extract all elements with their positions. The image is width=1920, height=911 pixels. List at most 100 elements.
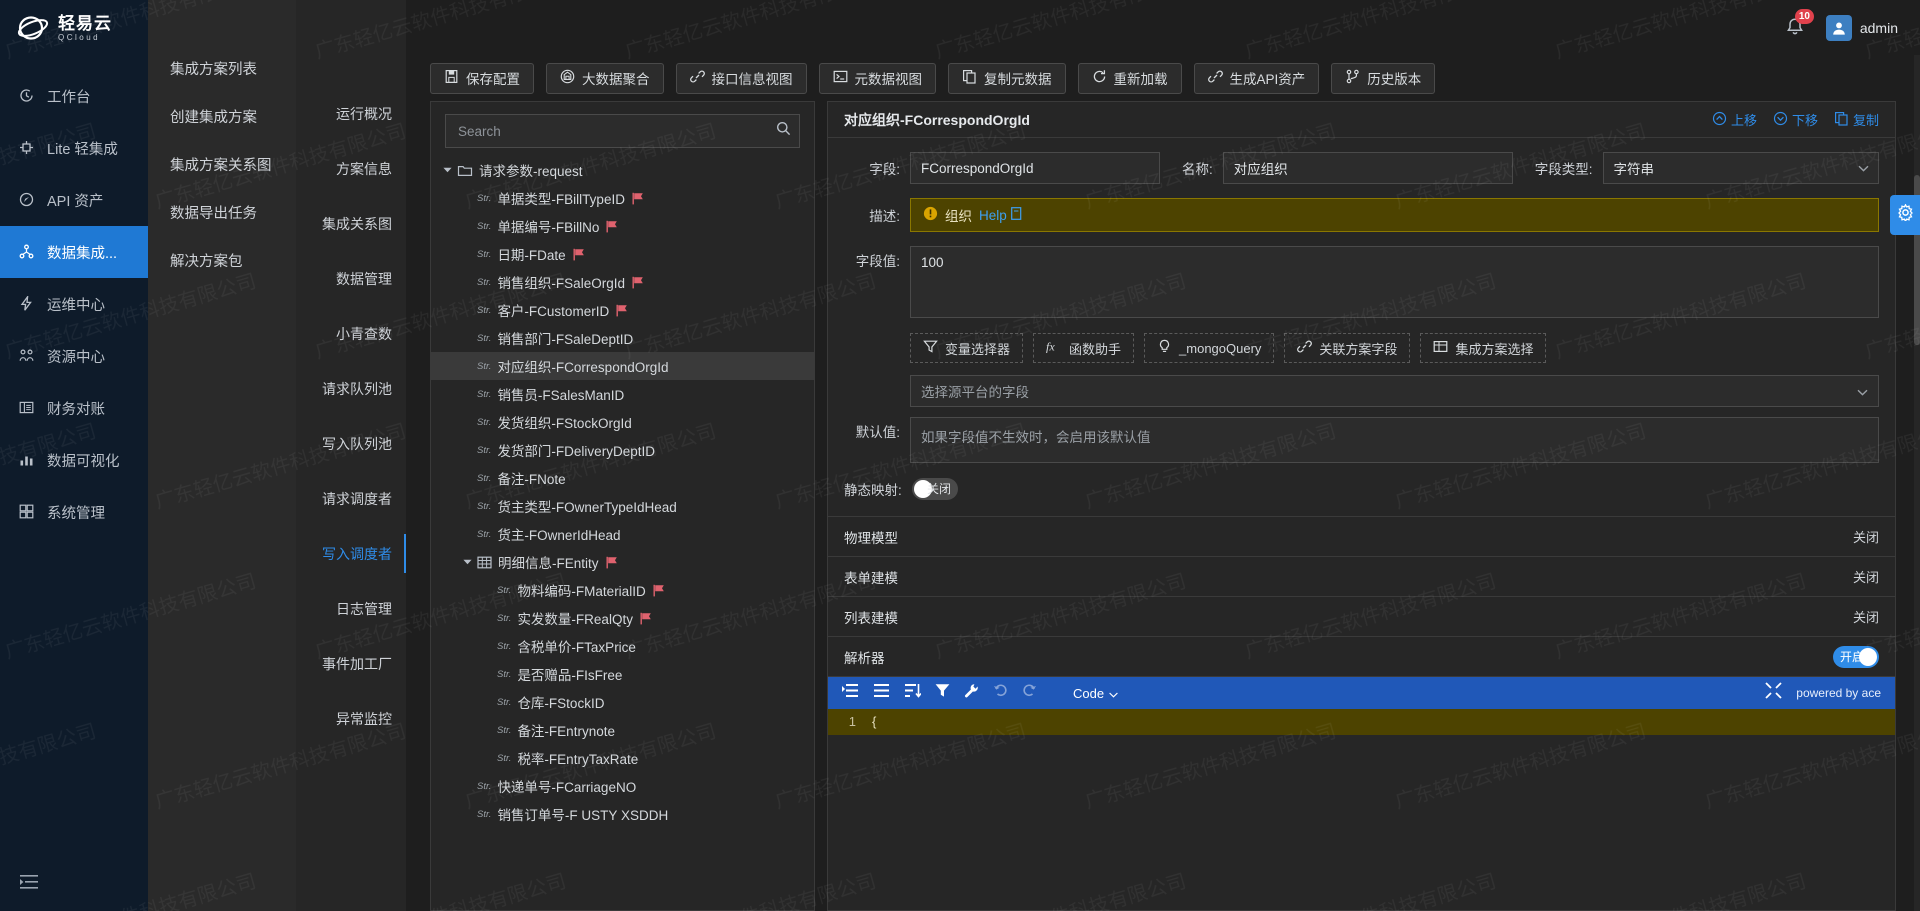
tree-node[interactable]: Str. 备注-FNote (431, 464, 814, 492)
sort-icon[interactable] (904, 683, 922, 703)
tertiary-nav-item-1[interactable]: 运行概况 (296, 86, 406, 141)
value-helper-chip-2[interactable]: fx 函数助手 (1033, 333, 1135, 363)
field-type-select[interactable] (1602, 152, 1879, 184)
value-helper-chip-3[interactable]: _mongoQuery (1144, 333, 1275, 363)
sidebar-item-4[interactable]: 数据集成... (0, 226, 148, 278)
tertiary-nav-item-2[interactable]: 方案信息 (296, 141, 406, 196)
value-helper-chip-1[interactable]: 变量选择器 (910, 333, 1024, 363)
tree-node[interactable]: Str. 备注-FEntrynote (431, 716, 814, 744)
tertiary-nav-item-6[interactable]: 请求队列池 (296, 361, 406, 416)
value-helper-chip-5[interactable]: 集成方案选择 (1420, 333, 1547, 363)
tertiary-nav-item-11[interactable]: 事件加工厂 (296, 636, 406, 691)
tertiary-nav-item-9[interactable]: 写入调度者 (296, 526, 406, 581)
model-section-4[interactable]: 解析器 开启 (828, 637, 1895, 677)
sidebar-item-9[interactable]: 系统管理 (0, 486, 148, 538)
page-scrollbar-track[interactable] (1914, 55, 1920, 911)
tree-node[interactable]: Str. 货主类型-FOwnerTypeIdHead (431, 492, 814, 520)
tree-node[interactable]: Str. 销售员-FSalesManID (431, 380, 814, 408)
field-value-textarea[interactable] (910, 246, 1879, 318)
model-section-toggle[interactable]: 开启 (1833, 645, 1879, 668)
default-value-textarea[interactable] (910, 417, 1879, 463)
filter-icon[interactable] (935, 683, 950, 703)
toolbar-button-7[interactable]: 生成API资产 (1193, 62, 1320, 94)
tree-node[interactable]: Str. 是否赠品-FIsFree (431, 660, 814, 688)
editor-mode-select[interactable]: Code (1073, 686, 1118, 701)
tree-node[interactable]: Str. 物料编码-FMaterialID (431, 576, 814, 604)
tree-node[interactable]: Str. 客户-FCustomerID (431, 296, 814, 324)
search-box[interactable] (445, 114, 800, 148)
caret-down-icon[interactable] (437, 167, 457, 173)
source-field-select[interactable]: 选择源平台的字段 (910, 375, 1879, 407)
sidebar-item-1[interactable]: 工作台 (0, 70, 148, 122)
value-helper-chip-4[interactable]: 关联方案字段 (1284, 333, 1411, 363)
tree-node[interactable]: Str. 快递单号-FCarriageNO (431, 772, 814, 800)
secondary-nav-item-1[interactable]: 集成方案列表 (148, 44, 296, 92)
tertiary-nav-item-5[interactable]: 小青查数 (296, 306, 406, 361)
tree-node[interactable]: Str. 单据类型-FBillTypeID (431, 184, 814, 212)
name-input[interactable] (1222, 152, 1513, 184)
user-menu[interactable]: admin (1825, 14, 1898, 41)
tree-node[interactable]: Str. 发货组织-FStockOrgId (431, 408, 814, 436)
tree-node[interactable]: 明细信息-FEntity (431, 548, 814, 576)
tertiary-nav-item-10[interactable]: 日志管理 (296, 581, 406, 636)
sidebar-item-6[interactable]: 资源中心 (0, 330, 148, 382)
static-mapping-toggle[interactable]: 关闭 (912, 478, 958, 500)
tertiary-nav-item-7[interactable]: 写入队列池 (296, 416, 406, 471)
toolbar-button-8[interactable]: 历史版本 (1331, 62, 1436, 94)
tree-node[interactable]: Str. 销售部门-FSaleDeptID (431, 324, 814, 352)
brand-logo[interactable]: 轻易云 QCloud (0, 0, 148, 56)
compact-icon[interactable] (873, 683, 890, 703)
secondary-nav-item-3[interactable]: 集成方案关系图 (148, 140, 296, 188)
tree-node[interactable]: Str. 销售订单号-F USTY XSDDH (431, 800, 814, 828)
tree-node[interactable]: Str. 税率-FEntryTaxRate (431, 744, 814, 772)
tertiary-nav-item-4[interactable]: 数据管理 (296, 251, 406, 306)
tree-node[interactable]: Str. 货主-FOwnerIdHead (431, 520, 814, 548)
toolbar-button-2[interactable]: 大数据聚合 (546, 62, 664, 94)
tree-node[interactable]: Str. 发货部门-FDeliveryDeptID (431, 436, 814, 464)
search-icon[interactable] (776, 121, 791, 141)
toolbar-button-3[interactable]: 接口信息视图 (675, 62, 807, 94)
sidebar-item-5[interactable]: 运维中心 (0, 278, 148, 330)
tree-node[interactable]: Str. 日期-FDate (431, 240, 814, 268)
tree-node[interactable]: 请求参数-request (431, 156, 814, 184)
sidebar-item-2[interactable]: Lite 轻集成 (0, 122, 148, 174)
tree-node[interactable]: Str. 销售组织-FSaleOrgId (431, 268, 814, 296)
toolbar-button-6[interactable]: 重新加载 (1077, 62, 1182, 94)
undo-icon[interactable] (993, 683, 1008, 703)
indent-icon[interactable] (842, 683, 859, 703)
model-section-2[interactable]: 表单建模 关闭 (828, 557, 1895, 597)
sidebar-item-7[interactable]: 财务对账 (0, 382, 148, 434)
secondary-nav-item-5[interactable]: 解决方案包 (148, 236, 296, 284)
toolbar-button-4[interactable]: 元数据视图 (818, 62, 936, 94)
field-input[interactable] (910, 152, 1160, 184)
tree-node[interactable]: Str. 含税单价-FTaxPrice (431, 632, 814, 660)
sidebar-collapse-button[interactable] (0, 857, 148, 911)
toolbar-button-1[interactable]: 保存配置 (430, 62, 534, 94)
detail-action-1[interactable]: 上移 (1712, 110, 1757, 129)
settings-tab-button[interactable] (1890, 195, 1920, 235)
search-input[interactable] (458, 123, 776, 139)
model-section-1[interactable]: 物理模型 关闭 (828, 517, 1895, 557)
caret-down-icon[interactable] (457, 559, 477, 565)
sidebar-item-3[interactable]: API 资产 (0, 174, 148, 226)
tertiary-nav-item-3[interactable]: 集成关系图 (296, 196, 406, 251)
secondary-nav-item-2[interactable]: 创建集成方案 (148, 92, 296, 140)
tree-node[interactable]: Str. 仓库-FStockID (431, 688, 814, 716)
tree-node[interactable]: Str. 单据编号-FBillNo (431, 212, 814, 240)
help-link[interactable]: Help (979, 207, 1022, 223)
sidebar-item-8[interactable]: 数据可视化 (0, 434, 148, 486)
notifications-button[interactable]: 10 (1784, 8, 1814, 40)
secondary-nav-item-4[interactable]: 数据导出任务 (148, 188, 296, 236)
detail-action-2[interactable]: 下移 (1773, 110, 1818, 129)
tree-node[interactable]: Str. 实发数量-FRealQty (431, 604, 814, 632)
tertiary-nav-item-12[interactable]: 异常监控 (296, 691, 406, 746)
detail-action-3[interactable]: 复制 (1834, 110, 1879, 129)
redo-icon[interactable] (1022, 683, 1037, 703)
toolbar-button-5[interactable]: 复制元数据 (948, 62, 1066, 94)
wrench-icon[interactable] (964, 683, 979, 703)
expand-icon[interactable] (1765, 682, 1782, 704)
tertiary-nav-item-8[interactable]: 请求调度者 (296, 471, 406, 526)
editor-body[interactable]: 1 { (828, 709, 1895, 735)
model-section-3[interactable]: 列表建模 关闭 (828, 597, 1895, 637)
tree-node[interactable]: Str. 对应组织-FCorrespondOrgId (431, 352, 814, 380)
